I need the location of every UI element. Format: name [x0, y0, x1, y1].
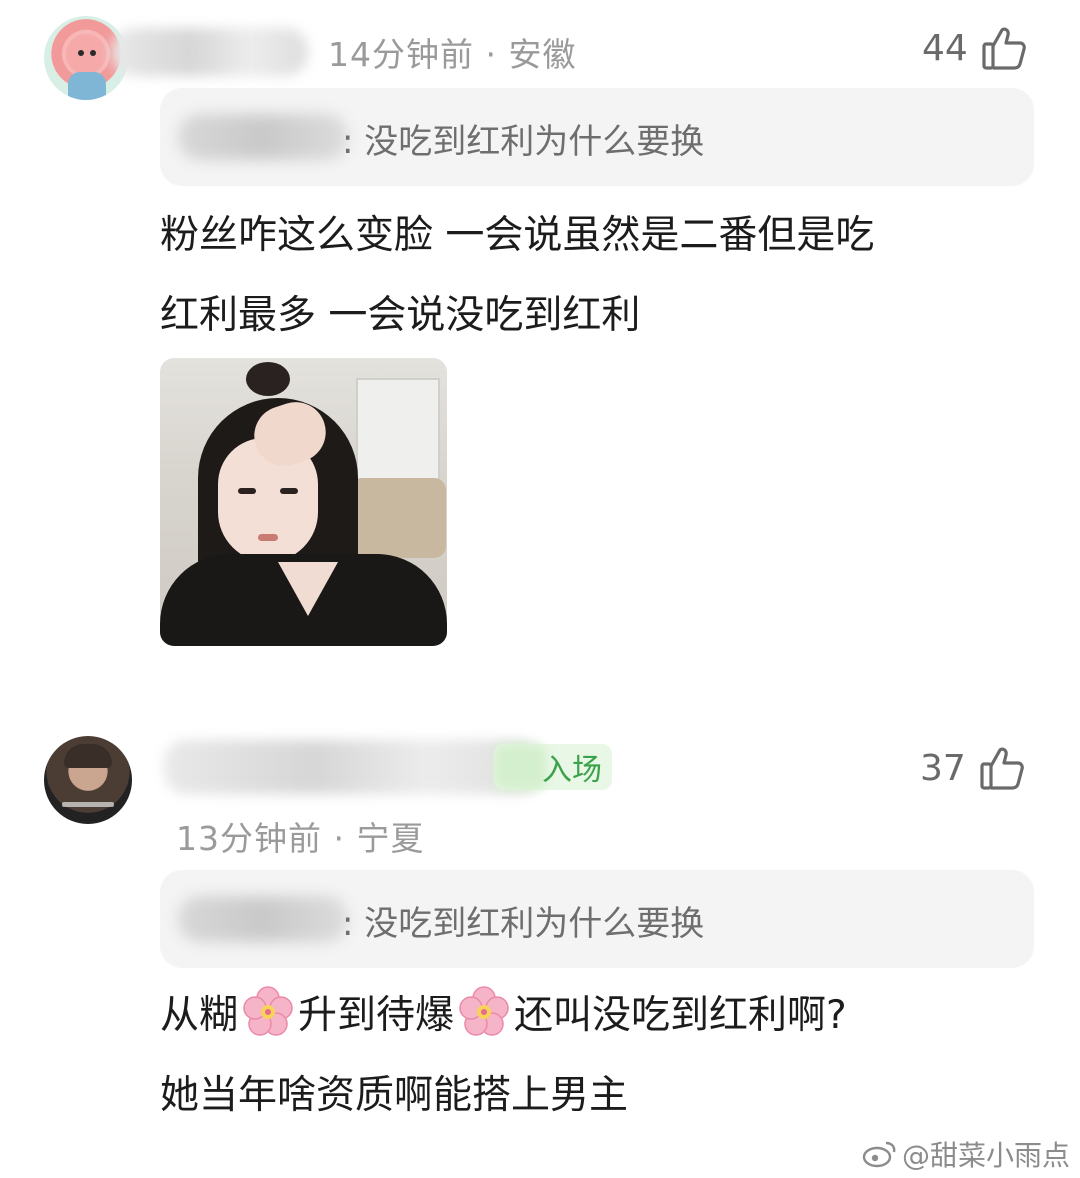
- comment-line: 从糊 升到待爆 还叫没吃到红利啊?: [160, 976, 1040, 1056]
- cherry-blossom-icon: [243, 986, 293, 1036]
- weibo-logo-icon: [862, 1141, 896, 1168]
- like-count-1: 44: [922, 27, 968, 69]
- thumbs-up-icon: [980, 747, 1024, 790]
- like-button-2[interactable]: 37: [920, 744, 1026, 792]
- blurred-username-1[interactable]: [112, 28, 308, 76]
- like-count-2: 37: [920, 747, 966, 789]
- user-avatar-2[interactable]: [44, 736, 132, 824]
- watermark-text: @甜菜小雨点: [901, 1139, 1070, 1172]
- comment-line: 粉丝咋这么变脸 一会说虽然是二番但是吃: [160, 213, 875, 258]
- comment-body-1: 粉丝咋这么变脸 一会说虽然是二番但是吃 红利最多 一会说没吃到红利: [160, 196, 1040, 356]
- quoted-reply-text-1: : 没吃到红利为什么要换: [342, 122, 705, 162]
- blurred-username-2[interactable]: [164, 740, 540, 794]
- cherry-blossom-icon: [459, 986, 509, 1036]
- comment-time-location-2: 13分钟前 · 宁夏: [176, 819, 425, 858]
- comment-body-2: 从糊 升到待爆 还叫没吃到红利啊? 她当年啥资质啊能搭上男主: [160, 976, 1040, 1136]
- user-badge: 入场: [494, 744, 612, 790]
- blurred-quoted-username-1: [178, 114, 348, 160]
- blurred-quoted-username-2: [178, 896, 348, 942]
- comment-text-part: 从糊: [160, 993, 239, 1038]
- like-button-1[interactable]: 44: [922, 24, 1028, 72]
- comment-line: 红利最多 一会说没吃到红利: [160, 293, 641, 338]
- comment-time-location-1: 14分钟前 · 安徽: [328, 35, 577, 74]
- watermark: @甜菜小雨点: [862, 1134, 1070, 1174]
- thumbs-up-icon: [982, 27, 1026, 70]
- comment-text-part: 升到待爆: [298, 993, 455, 1038]
- comment-line: 她当年啥资质啊能搭上男主: [160, 1073, 629, 1118]
- comment-image[interactable]: [160, 358, 447, 646]
- quoted-reply-text-2: : 没吃到红利为什么要换: [342, 904, 705, 944]
- badge-text: 入场: [542, 753, 602, 788]
- quoted-reply-1[interactable]: : 没吃到红利为什么要换: [160, 88, 1034, 186]
- comment-text-part: 还叫没吃到红利啊?: [514, 993, 847, 1038]
- quoted-reply-2[interactable]: : 没吃到红利为什么要换: [160, 870, 1034, 968]
